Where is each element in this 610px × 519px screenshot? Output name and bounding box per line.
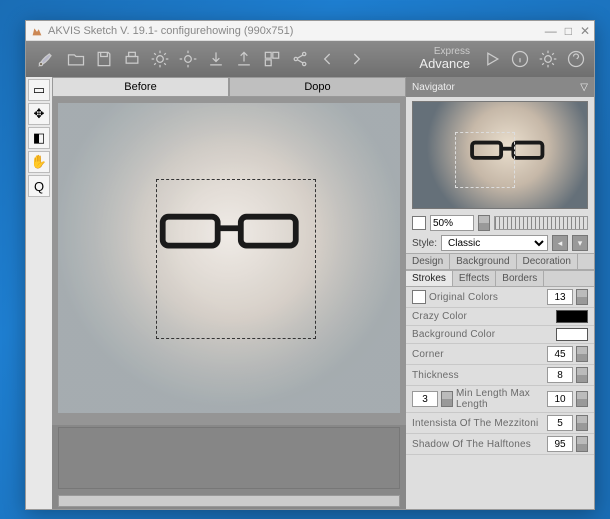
- navigator-preview[interactable]: [412, 101, 588, 209]
- original-colors-checkbox[interactable]: [412, 290, 426, 304]
- navigator-collapse-icon[interactable]: ▽: [580, 82, 588, 93]
- view-tabs: Before Dopo: [52, 77, 406, 97]
- corner-value[interactable]: [547, 346, 573, 362]
- maximize-button[interactable]: □: [565, 24, 572, 38]
- zoom-value[interactable]: [430, 215, 474, 231]
- run-icon[interactable]: [480, 47, 504, 71]
- min-length-value[interactable]: [412, 391, 438, 407]
- mezzitoni-spinner[interactable]: [576, 415, 588, 431]
- param-shadow-halftones: Shadow Of The Halftones: [406, 434, 594, 455]
- share-icon[interactable]: [288, 47, 312, 71]
- background-color-swatch[interactable]: [556, 328, 588, 341]
- hand-tool[interactable]: ✋: [28, 151, 50, 173]
- tab-decoration[interactable]: Decoration: [517, 254, 578, 269]
- style-row: Style: Classic ◂ ▾: [406, 233, 594, 253]
- open-icon[interactable]: [64, 47, 88, 71]
- shadow-value[interactable]: [547, 436, 573, 452]
- gear1-icon[interactable]: [148, 47, 172, 71]
- param-crazy-color: Crazy Color: [406, 308, 594, 326]
- info-icon[interactable]: [508, 47, 532, 71]
- close-button[interactable]: ✕: [580, 24, 590, 38]
- tab-background[interactable]: Background: [450, 254, 516, 269]
- zoom-spinner[interactable]: [478, 215, 490, 231]
- param-thickness: Thickness: [406, 365, 594, 386]
- main-toolbar: Express Advance: [26, 41, 594, 77]
- thickness-value[interactable]: [547, 367, 573, 383]
- min-length-spinner[interactable]: [441, 391, 453, 407]
- import-icon[interactable]: [232, 47, 256, 71]
- zoom-row: [406, 213, 594, 233]
- crazy-color-swatch[interactable]: [556, 310, 588, 323]
- max-length-spinner[interactable]: [576, 391, 588, 407]
- style-combo[interactable]: Classic: [441, 235, 548, 251]
- param-background-color: Background Color: [406, 326, 594, 344]
- move-tool[interactable]: ✥: [28, 103, 50, 125]
- navigator-header: Navigator ▽: [406, 77, 594, 97]
- app-window: AKVIS Sketch V. 19.1- configurehowing (9…: [25, 20, 595, 510]
- save-icon[interactable]: [92, 47, 116, 71]
- glasses-shape: [154, 208, 304, 251]
- tab-strokes[interactable]: Strokes: [406, 271, 453, 286]
- zoom-slider[interactable]: [494, 216, 588, 230]
- rect-select-tool[interactable]: ▭: [28, 79, 50, 101]
- original-colors-value[interactable]: [547, 289, 573, 305]
- help-icon[interactable]: [564, 47, 588, 71]
- undo-icon[interactable]: [316, 47, 340, 71]
- app-icon: [30, 24, 44, 38]
- eraser-tool[interactable]: ◧: [28, 127, 50, 149]
- tab-before[interactable]: Before: [52, 77, 229, 97]
- tab-after[interactable]: Dopo: [229, 77, 406, 97]
- settings-icon[interactable]: [536, 47, 560, 71]
- shadow-spinner[interactable]: [576, 436, 588, 452]
- minimize-button[interactable]: —: [545, 24, 557, 38]
- param-mezzitoni: Intensista Of The Mezzitoni: [406, 413, 594, 434]
- redo-icon[interactable]: [344, 47, 368, 71]
- tab-design[interactable]: Design: [406, 254, 450, 269]
- style-label: Style:: [412, 238, 437, 249]
- style-prev-button[interactable]: ◂: [552, 235, 568, 251]
- section-tabs-2: Strokes Effects Borders: [406, 270, 594, 287]
- thickness-spinner[interactable]: [576, 367, 588, 383]
- mezzitoni-value[interactable]: [547, 415, 573, 431]
- tab-borders[interactable]: Borders: [496, 271, 544, 286]
- batch-icon[interactable]: [260, 47, 284, 71]
- main-area: ▭ ✥ ◧ ✋ Q Before Dopo: [26, 77, 594, 509]
- max-length-value[interactable]: [547, 391, 573, 407]
- gear2-icon[interactable]: [176, 47, 200, 71]
- param-original-colors: Original Colors: [406, 287, 594, 308]
- left-toolbar: ▭ ✥ ◧ ✋ Q: [26, 77, 52, 509]
- style-next-button[interactable]: ▾: [572, 235, 588, 251]
- brush-icon[interactable]: [32, 47, 60, 71]
- thumbnail-strip[interactable]: [58, 427, 400, 489]
- titlebar: AKVIS Sketch V. 19.1- configurehowing (9…: [26, 21, 594, 41]
- param-min-max-length: Min Length Max Length: [406, 386, 594, 413]
- photo-image: [58, 103, 400, 413]
- canvas[interactable]: [58, 103, 400, 413]
- zoom-checkbox[interactable]: [412, 216, 426, 230]
- param-corner: Corner: [406, 344, 594, 365]
- print-icon[interactable]: [120, 47, 144, 71]
- window-title: AKVIS Sketch V. 19.1- configurehowing (9…: [48, 25, 545, 37]
- tab-effects[interactable]: Effects: [453, 271, 496, 286]
- right-panel: Navigator ▽ Style: Classic ◂ ▾: [406, 77, 594, 509]
- canvas-frame: [52, 97, 406, 425]
- thumbnail-scrollbar[interactable]: [58, 495, 400, 507]
- section-tabs-1: Design Background Decoration: [406, 253, 594, 270]
- canvas-column: Before Dopo: [52, 77, 406, 509]
- zoom-tool[interactable]: Q: [28, 175, 50, 197]
- navigator-viewport[interactable]: [455, 132, 515, 188]
- mode-label[interactable]: Express Advance: [419, 46, 470, 71]
- export-icon[interactable]: [204, 47, 228, 71]
- corner-spinner[interactable]: [576, 346, 588, 362]
- original-colors-spinner[interactable]: [576, 289, 588, 305]
